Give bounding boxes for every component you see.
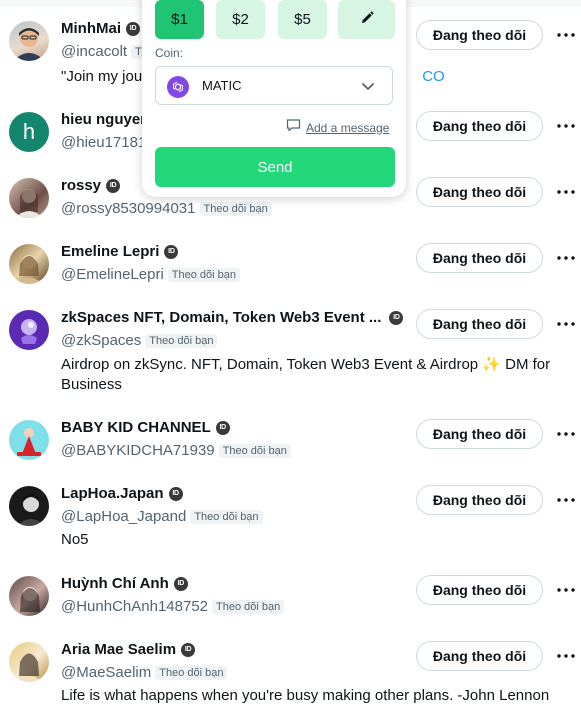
chevron-down-icon [361, 79, 375, 98]
user-name[interactable]: MinhMai [61, 20, 121, 37]
name-line: zkSpaces NFT, Domain, Token Web3 Event .… [61, 309, 404, 326]
handle-line: @HunhChAnh148752 Theo dõi bạn [61, 598, 285, 615]
user-bio: Life is what happens when you're busy ma… [61, 687, 550, 704]
handle-line: @EmelineLepri Theo dõi bạn [61, 266, 240, 283]
amount-button-1[interactable]: $1 [155, 0, 204, 39]
avatar-letter: h [22, 119, 36, 144]
user-handle[interactable]: @MaeSaelim [61, 664, 151, 681]
more-options-icon[interactable] [556, 646, 576, 666]
id-badge-icon: ID [181, 642, 196, 657]
name-line: rossy ID [61, 177, 121, 194]
following-button[interactable]: Đang theo dõi [416, 111, 543, 141]
id-badge-icon: ID [215, 420, 230, 435]
follows-you-badge: Theo dõi bạn [218, 443, 291, 458]
amount-button-2[interactable]: $2 [216, 0, 265, 39]
follows-you-badge: Theo dõi bạn [190, 509, 263, 524]
bio-link[interactable]: CO [422, 68, 445, 85]
user-name[interactable]: BABY KID CHANNEL [61, 419, 211, 436]
coin-value: MATIC [202, 78, 242, 93]
user-handle[interactable]: @zkSpaces [61, 332, 141, 349]
more-options-icon[interactable] [556, 490, 576, 510]
more-options-icon[interactable] [556, 182, 576, 202]
user-handle[interactable]: @EmelineLepri [61, 266, 164, 283]
user-name[interactable]: Huỳnh Chí Anh [61, 575, 169, 592]
follows-you-badge: Theo dõi bạn [167, 267, 240, 282]
following-button[interactable]: Đang theo dõi [416, 177, 543, 207]
tip-popup: $1 $2 $5 Coin: MATIC Add a message Send [142, 0, 406, 197]
id-badge-icon: ID [173, 576, 188, 591]
user-name[interactable]: Aria Mae Saelim [61, 641, 176, 658]
user-name[interactable]: zkSpaces NFT, Domain, Token Web3 Event .… [61, 309, 381, 326]
avatar[interactable]: h [9, 112, 49, 152]
amount-button-5[interactable]: $5 [278, 0, 327, 39]
more-options-icon[interactable] [556, 580, 576, 600]
id-badge-icon: ID [389, 310, 404, 325]
name-line: Aria Mae Saelim ID [61, 641, 196, 658]
handle-line: @zkSpaces Theo dõi bạn [61, 332, 218, 349]
following-button[interactable]: Đang theo dõi [416, 419, 543, 449]
follows-you-badge: Theo dõi bạn [199, 201, 272, 216]
user-name[interactable]: rossy [61, 177, 101, 194]
following-button[interactable]: Đang theo dõi [416, 243, 543, 273]
following-button[interactable]: Đang theo dõi [416, 309, 543, 339]
id-badge-icon: ID [164, 244, 179, 259]
follows-you-badge: Theo dõi bạn [145, 333, 218, 348]
name-line: Emeline Lepri ID [61, 243, 179, 260]
avatar[interactable] [9, 178, 49, 218]
follows-you-badge: Theo dõi bạn [155, 665, 228, 680]
avatar[interactable] [9, 310, 49, 350]
user-name[interactable]: hieu nguyen [61, 111, 149, 128]
handle-line: @MaeSaelim Theo dõi bạn [61, 664, 228, 681]
follows-you-badge: Theo dõi bạn [212, 599, 285, 614]
avatar[interactable] [9, 576, 49, 616]
bio-text: "Join my jour [61, 68, 148, 85]
user-name[interactable]: LapHoa.Japan [61, 485, 164, 502]
following-button[interactable]: Đang theo dõi [416, 641, 543, 671]
avatar[interactable] [9, 420, 49, 460]
handle-line: @BABYKIDCHA71939 Theo dõi bạn [61, 442, 291, 459]
user-handle[interactable]: @incacolt [61, 43, 127, 60]
user-name[interactable]: Emeline Lepri [61, 243, 159, 260]
handle-line: @incacolt T [61, 43, 146, 60]
coin-label: Coin: [155, 46, 184, 60]
following-button[interactable]: Đang theo dõi [416, 485, 543, 515]
user-bio: Airdrop on zkSync. NFT, Domain, Token We… [61, 356, 551, 393]
following-button[interactable]: Đang theo dõi [416, 20, 543, 50]
avatar[interactable] [9, 21, 49, 61]
user-handle[interactable]: @hieu171819 [61, 134, 155, 151]
name-line: MinhMai ID [61, 20, 140, 37]
name-line: LapHoa.Japan ID [61, 485, 183, 502]
handle-line: @LapHoa_Japand Theo dõi bạn [61, 508, 263, 525]
user-bio: No5 [61, 531, 89, 548]
send-button[interactable]: Send [155, 147, 395, 187]
more-options-icon[interactable] [556, 424, 576, 444]
polygon-matic-icon [167, 76, 189, 98]
more-options-icon[interactable] [556, 116, 576, 136]
following-button[interactable]: Đang theo dõi [416, 575, 543, 605]
user-handle[interactable]: @HunhChAnh148752 [61, 598, 208, 615]
add-message-link[interactable]: Add a message [286, 118, 389, 137]
id-badge-icon: ID [168, 486, 183, 501]
handle-line: @hieu171819 [61, 134, 155, 151]
message-icon [286, 118, 301, 137]
more-options-icon[interactable] [556, 25, 576, 45]
avatar[interactable] [9, 642, 49, 682]
handle-line: @rossy8530994031 Theo dõi bạn [61, 200, 272, 217]
name-line: Huỳnh Chí Anh ID [61, 575, 188, 592]
id-badge-icon: ID [106, 178, 121, 193]
user-handle[interactable]: @BABYKIDCHA71939 [61, 442, 215, 459]
user-handle[interactable]: @rossy8530994031 [61, 200, 196, 217]
pencil-icon [360, 10, 374, 29]
name-line: hieu nguyen [61, 111, 149, 128]
custom-amount-button[interactable] [338, 0, 395, 39]
avatar[interactable] [9, 244, 49, 284]
name-line: BABY KID CHANNEL ID [61, 419, 230, 436]
more-options-icon[interactable] [556, 314, 576, 334]
id-badge-icon: ID [126, 21, 140, 36]
user-handle[interactable]: @LapHoa_Japand [61, 508, 186, 525]
add-message-label: Add a message [306, 120, 390, 135]
more-options-icon[interactable] [556, 248, 576, 268]
coin-select[interactable]: MATIC [155, 66, 393, 105]
avatar[interactable] [9, 486, 49, 526]
